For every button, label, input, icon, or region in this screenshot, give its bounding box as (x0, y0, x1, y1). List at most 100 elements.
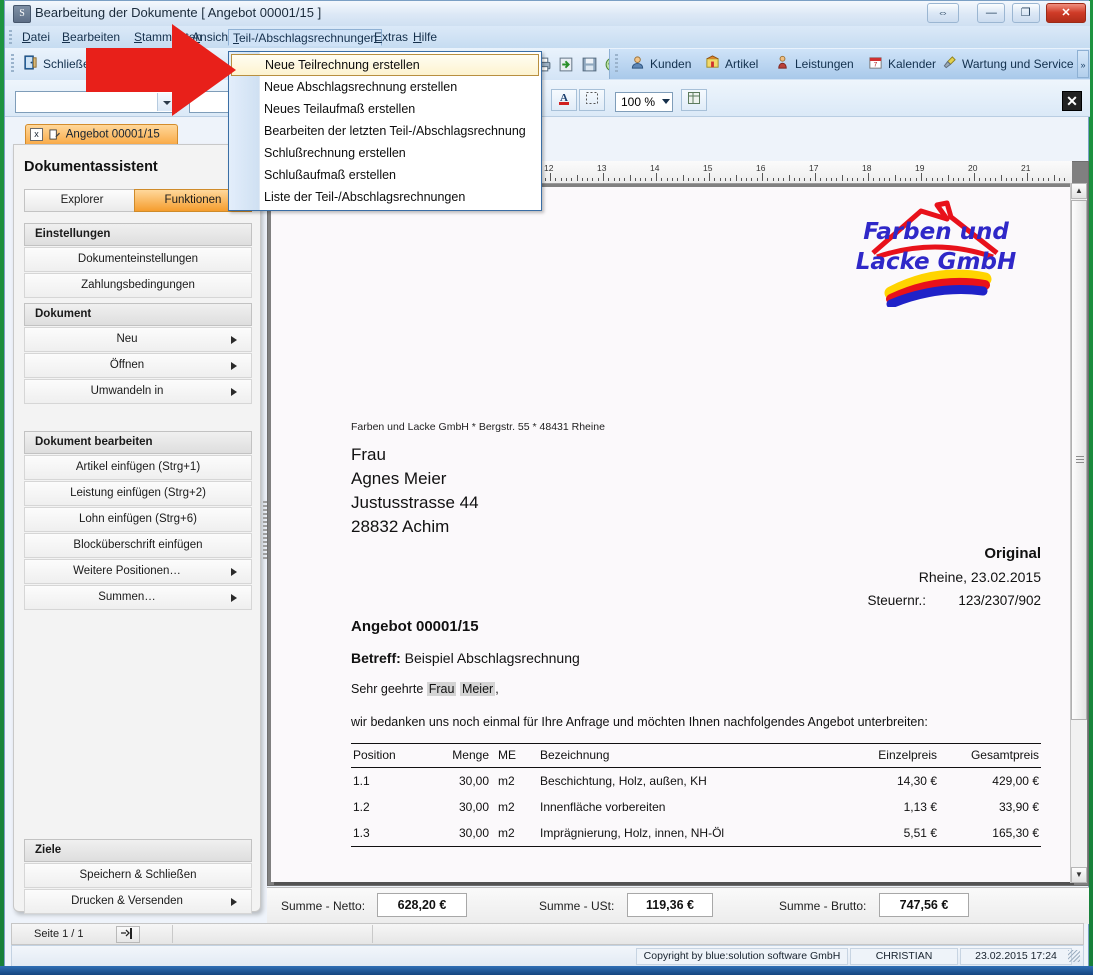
netto-value[interactable]: 628,20 € (377, 893, 467, 917)
module-wartung[interactable]: Wartung und Service (940, 53, 1074, 75)
item-oeffnen[interactable]: Öffnen (24, 353, 252, 378)
menu-teil-abschlagsrechnungen[interactable]: Teil-/Abschlagsrechnungen (228, 29, 383, 46)
menuitem-label: Neues Teilaufmaß erstellen (264, 102, 416, 116)
item-leistung-einfuegen[interactable]: Leistung einfügen (Strg+2) (24, 481, 252, 506)
save-icon[interactable] (581, 56, 598, 76)
menubar-grip[interactable] (9, 30, 12, 44)
item-blockueberschrift-einfuegen[interactable]: Blocküberschrift einfügen (24, 533, 252, 558)
ruler-tick: 18 (862, 163, 872, 173)
vertical-scrollbar[interactable]: ▲ ▼ (1070, 183, 1087, 883)
tab-explorer[interactable]: Explorer (24, 189, 140, 212)
table-row[interactable]: 1.2 30,00 m2 Innenfläche vorbereiten 1,1… (351, 794, 1041, 820)
restore-left-button[interactable]: ⇔ (926, 3, 959, 23)
module-artikel[interactable]: Artikel (703, 53, 758, 75)
module-kalender-label: Kalender (888, 57, 937, 71)
ruler-tick: 12 (544, 163, 554, 173)
item-lohn-einfuegen[interactable]: Lohn einfügen (Strg+6) (24, 507, 252, 532)
svg-text:Lacke GmbH: Lacke GmbH (856, 249, 1016, 275)
customer-icon (628, 55, 646, 73)
document-page[interactable]: Farben und Lacke GmbH Farben und Lacke G… (271, 187, 1071, 882)
group-dokument-bearbeiten: Dokument bearbeiten Artikel einfügen (St… (24, 431, 252, 610)
item-umwandeln-in[interactable]: Umwandeln in (24, 379, 252, 404)
ust-value[interactable]: 119,36 € (627, 893, 713, 917)
document-tab-angebot[interactable]: x Angebot 00001/15 (25, 124, 178, 145)
module-leistungen[interactable]: Leistungen (773, 53, 854, 75)
toolbar-grip-2[interactable] (615, 54, 618, 74)
resize-grip-icon[interactable] (1068, 950, 1080, 962)
menu-datei[interactable]: Datei (17, 29, 55, 46)
application-window: S Bearbeitung der Dokumente [ Angebot 00… (4, 0, 1090, 968)
item-summen[interactable]: Summen… (24, 585, 252, 610)
scroll-down-button[interactable]: ▼ (1071, 867, 1087, 883)
maximize-button[interactable]: ❐ (1011, 3, 1040, 23)
group-dokument: Dokument Neu Öffnen Umwandeln in (24, 303, 252, 404)
group-header: Einstellungen (24, 223, 252, 246)
assistant-tabs: Explorer Funktionen (24, 189, 252, 212)
door-icon (21, 55, 39, 73)
item-weitere-positionen[interactable]: Weitere Positionen… (24, 559, 252, 584)
item-speichern-schliessen[interactable]: Speichern & Schließen (24, 863, 252, 888)
menuitem-bearbeiten-letzte[interactable]: Bearbeiten der letzten Teil-/Abschlagsre… (229, 120, 541, 142)
minimize-button[interactable]: — (977, 3, 1006, 23)
menuitem-label: Schlußrechnung erstellen (264, 146, 406, 160)
item-dokumenteinstellungen[interactable]: Dokumenteinstellungen (24, 247, 252, 272)
status-bar-lower: Copyright by blue:solution software GmbH… (11, 945, 1084, 967)
menuitem-neue-abschlagsrechnung[interactable]: Neue Abschlagsrechnung erstellen (229, 76, 541, 98)
close-button[interactable]: ✕ (1046, 3, 1086, 23)
dock-body: Dokumentassistent Explorer Funktionen Ei… (13, 144, 261, 914)
salutation-field-name[interactable]: Meier (459, 682, 496, 696)
group-einstellungen: Einstellungen Dokumenteinstellungen Zahl… (24, 223, 252, 298)
export-icon[interactable] (558, 56, 575, 76)
item-label: Weitere Positionen… (73, 565, 181, 577)
original-label: Original (984, 545, 1041, 562)
intro-paragraph: wir bedanken uns noch einmal für Ihre An… (351, 715, 928, 729)
menuitem-liste-teilrechnungen[interactable]: Liste der Teil-/Abschlagsrechnungen (229, 186, 541, 208)
font-color-button[interactable]: A (551, 89, 577, 111)
module-artikel-label: Artikel (725, 57, 759, 71)
subject-value: Beispiel Abschlagsrechnung (404, 650, 580, 666)
menuitem-schlussrechnung[interactable]: Schlußrechnung erstellen (229, 142, 541, 164)
table-row[interactable]: 1.1 30,00 m2 Beschichtung, Holz, außen, … (351, 768, 1041, 795)
cell-me: m2 (498, 774, 515, 788)
ust-label: Summe - USt: (539, 899, 615, 913)
chevron-down-icon[interactable] (662, 99, 670, 104)
item-zahlungsbedingungen[interactable]: Zahlungsbedingungen (24, 273, 252, 298)
col-einzelpreis: Einzelpreis (843, 743, 939, 768)
cell-bezeichnung: Imprägnierung, Holz, innen, NH-Öl (538, 820, 843, 847)
grid-button[interactable] (681, 89, 707, 111)
brutto-value[interactable]: 747,56 € (879, 893, 969, 917)
subject-label: Betreff: (351, 650, 401, 666)
zoom-combo[interactable]: 100 % (615, 92, 673, 112)
menu-hilfe[interactable]: Hilfe (408, 29, 442, 46)
subject-line: Betreff: Beispiel Abschlagsrechnung (351, 650, 580, 666)
menu-extras[interactable]: Extras (369, 29, 413, 46)
module-kunden[interactable]: Kunden (628, 53, 691, 75)
item-neu[interactable]: Neu (24, 327, 252, 352)
thumb-grip-icon (1076, 456, 1084, 464)
toolbar-grip-1[interactable] (11, 54, 14, 74)
close-icon[interactable]: x (30, 128, 43, 141)
module-kalender[interactable]: 7 Kalender (866, 53, 936, 75)
border-button[interactable] (579, 89, 605, 111)
salutation-field-anrede[interactable]: Frau (426, 682, 457, 696)
col-position: Position (351, 743, 425, 768)
item-artikel-einfuegen[interactable]: Artikel einfügen (Strg+1) (24, 455, 252, 480)
menuitem-neues-teilaufmass[interactable]: Neues Teilaufmaß erstellen (229, 98, 541, 120)
table-row[interactable]: 1.3 30,00 m2 Imprägnierung, Holz, innen,… (351, 820, 1041, 847)
scroll-up-button[interactable]: ▲ (1071, 183, 1087, 199)
item-drucken-versenden[interactable]: Drucken & Versenden (24, 889, 252, 914)
toolbar-modules: Kunden Artikel Leistungen 7 Kalender War… (609, 49, 1090, 79)
group-ziele: Ziele Speichern & Schließen Drucken & Ve… (24, 839, 252, 914)
sender-line: Farben und Lacke GmbH * Bergstr. 55 * 48… (351, 421, 605, 433)
toolbar-overflow-button[interactable]: » (1077, 50, 1089, 78)
col-menge: Menge (425, 743, 491, 768)
close-view-button[interactable]: ✕ (1062, 91, 1082, 111)
status-cell-2 (172, 925, 372, 943)
page-break-icon[interactable] (116, 926, 140, 943)
salutation-suffix: , (495, 682, 499, 696)
menuitem-neue-teilrechnung[interactable]: Neue Teilrechnung erstellen (231, 54, 539, 76)
menuitem-schlussaufmass[interactable]: Schlußaufmaß erstellen (229, 164, 541, 186)
scroll-thumb[interactable] (1071, 200, 1087, 720)
cell-gesamtpreis: 429,00 € (992, 774, 1039, 788)
positions-table: Position Menge ME Bezeichnung Einzelprei… (351, 743, 1041, 847)
